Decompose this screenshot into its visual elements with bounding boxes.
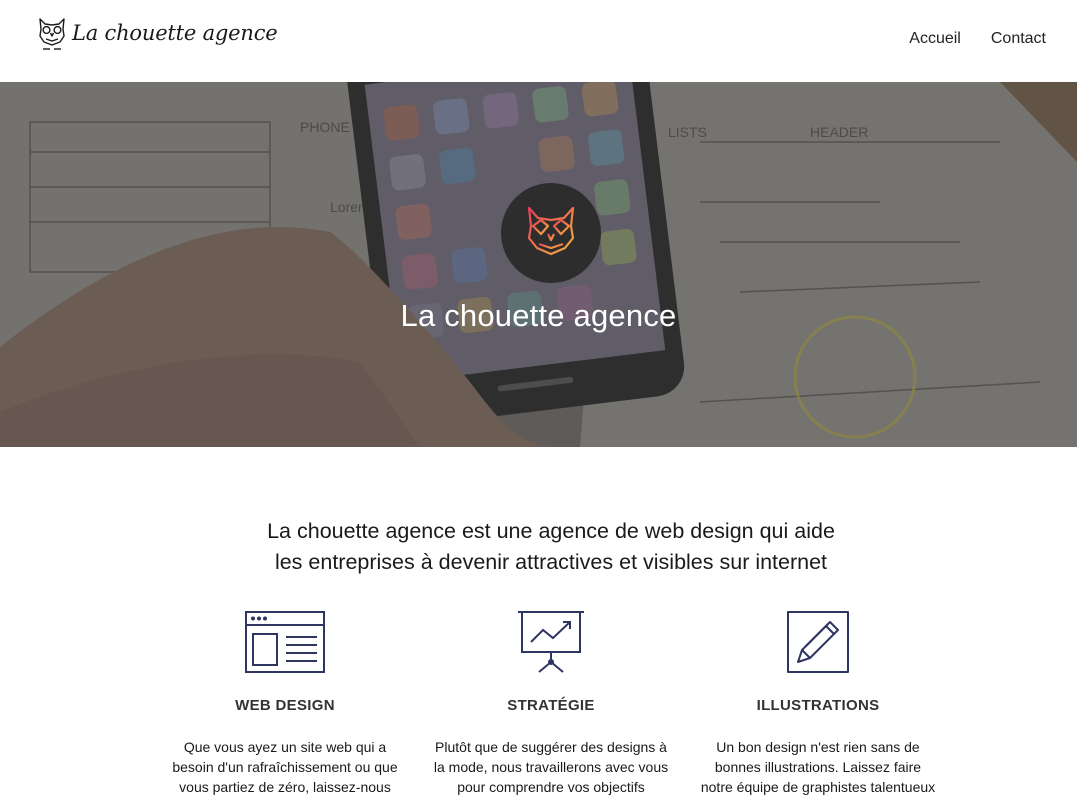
service-description-line: bonnes illustrations. Laissez faire <box>714 759 922 775</box>
service-title: WEB DESIGN <box>235 697 335 714</box>
intro-text: La chouette agence est une agence de web… <box>0 516 1077 578</box>
hero-logo-badge <box>501 183 601 283</box>
nav-link-accueil[interactable]: Accueil <box>909 30 961 48</box>
service-card-web-design: WEB DESIGN Que vous ayez un site web qui… <box>165 610 405 797</box>
hero-title: La chouette agence <box>400 298 677 333</box>
service-description-line: vous partiez de zéro, laissez-nous <box>179 779 391 795</box>
service-description-line: Un bon design n'est rien sans de <box>716 739 920 755</box>
owl-icon <box>527 206 575 262</box>
service-title: ILLUSTRATIONS <box>756 697 880 714</box>
service-description-line: besoin d'un rafraîchissement ou que <box>172 759 398 775</box>
service-description-line: la mode, nous travaillerons avec vous <box>433 759 669 775</box>
service-card-illustrations: ILLUSTRATIONS Un bon design n'est rien s… <box>698 610 938 797</box>
service-description: Plutôt que de suggérer des designs à la … <box>431 737 671 797</box>
brand-name: La chouette agence <box>72 21 278 45</box>
pencil-icon <box>787 611 849 673</box>
main-nav: Accueil Contact <box>909 30 1046 48</box>
intro-line-1: La chouette agence est une agence de web… <box>267 519 835 543</box>
service-title: STRATÉGIE <box>507 697 595 714</box>
service-description-line: pour comprendre vos objectifs <box>457 779 645 795</box>
service-description-line: Plutôt que de suggérer des designs à <box>435 739 667 755</box>
site-header: La chouette agence Accueil Contact <box>0 0 1077 82</box>
nav-link-contact[interactable]: Contact <box>991 30 1046 48</box>
presentation-chart-icon <box>518 611 584 673</box>
brand[interactable]: La chouette agence <box>37 15 278 51</box>
service-description: Un bon design n'est rien sans de bonnes … <box>698 737 938 797</box>
service-description: Que vous ayez un site web qui a besoin d… <box>165 737 405 797</box>
intro-line-2: les entreprises à devenir attractives et… <box>274 550 828 574</box>
service-card-strategie: STRATÉGIE Plutôt que de suggérer des des… <box>431 610 671 797</box>
service-description-line: notre équipe de graphistes talentueux <box>700 779 936 795</box>
owl-icon <box>39 18 65 50</box>
web-design-icon <box>245 611 325 673</box>
hero-banner: PHONE LISTS HEADER Lorem La chouette age… <box>0 82 1077 447</box>
service-description-line: Que vous ayez un site web qui a <box>183 739 387 755</box>
